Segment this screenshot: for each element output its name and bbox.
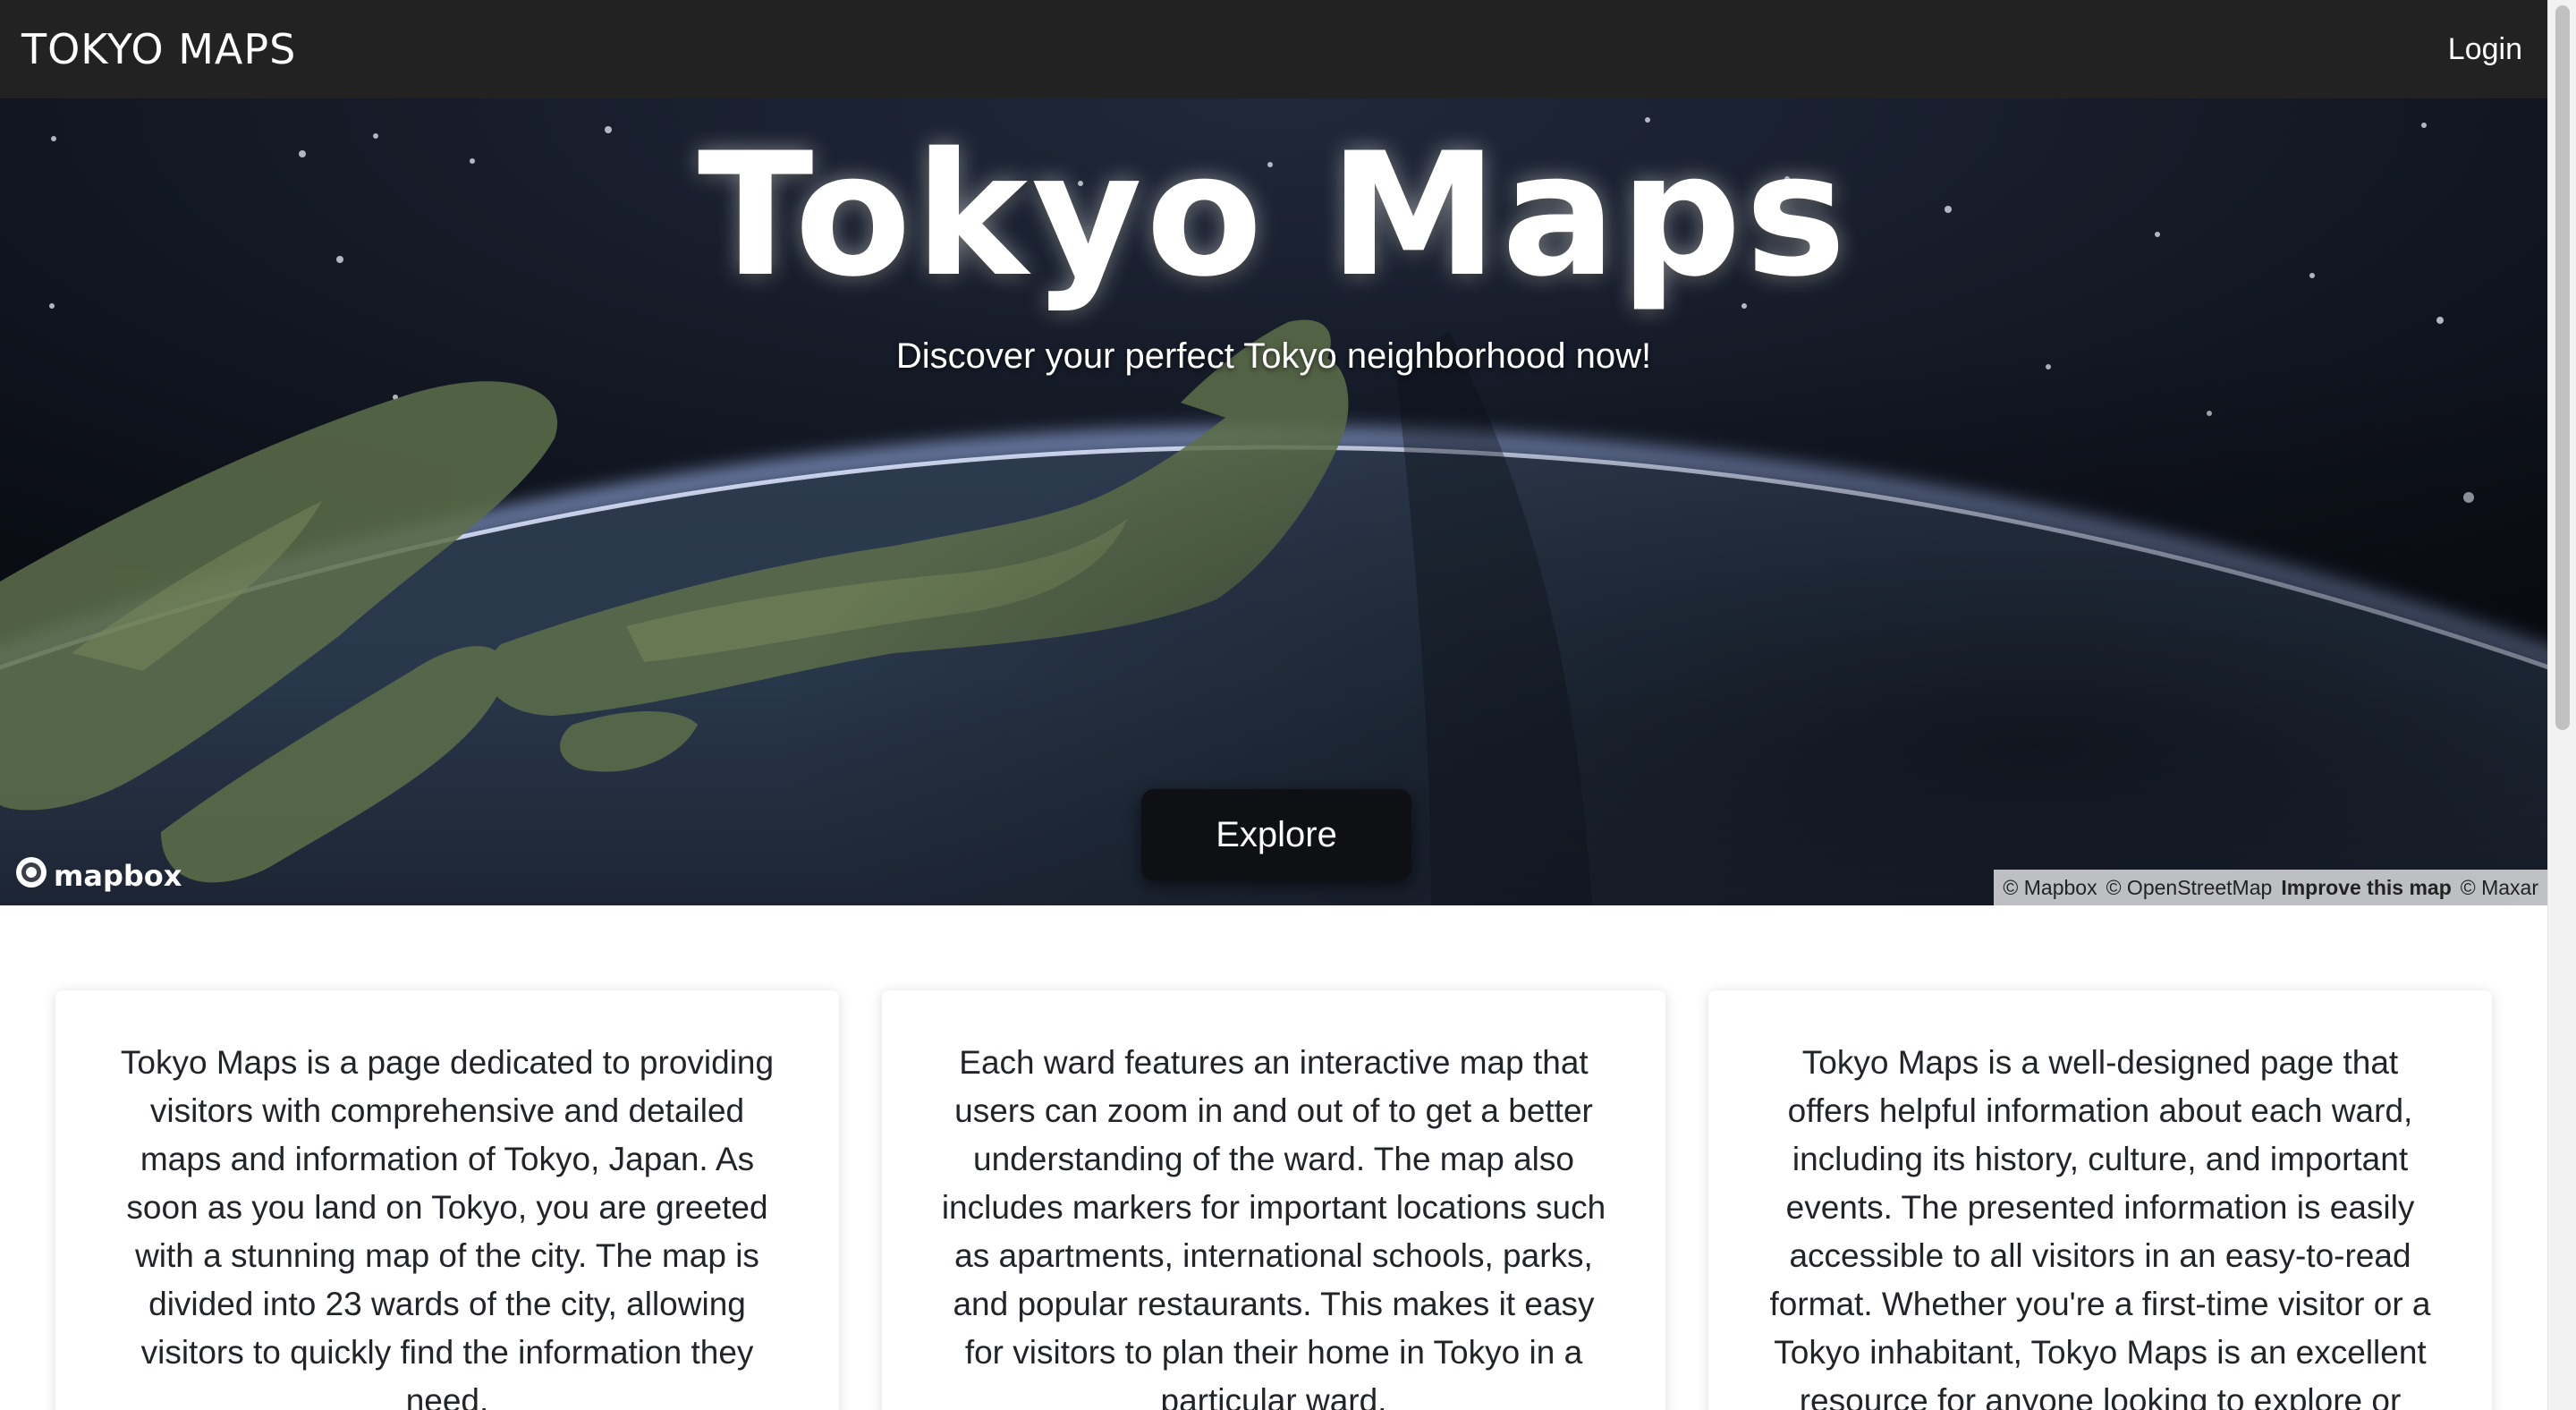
- page-scrollbar[interactable]: [2547, 0, 2576, 1410]
- info-card: Tokyo Maps is a well-designed page that …: [1708, 990, 2492, 1410]
- mapbox-icon: [14, 855, 48, 896]
- info-card: Tokyo Maps is a page dedicated to provid…: [55, 990, 839, 1410]
- map-attribution: © Mapbox © OpenStreetMap Improve this ma…: [1994, 870, 2547, 905]
- scrollbar-thumb[interactable]: [2555, 5, 2570, 730]
- info-card: Each ward features an interactive map th…: [882, 990, 1665, 1410]
- brand-logo[interactable]: TOKYO MAPS: [21, 25, 296, 73]
- improve-map-link[interactable]: Improve this map: [2281, 876, 2451, 900]
- explore-button[interactable]: Explore: [1141, 789, 1411, 880]
- info-cards-section: Tokyo Maps is a page dedicated to provid…: [0, 905, 2547, 1410]
- login-link[interactable]: Login: [2448, 32, 2522, 67]
- mapbox-attribution-link[interactable]: © Mapbox: [2003, 876, 2097, 900]
- mapbox-logo[interactable]: mapbox: [14, 855, 182, 896]
- maxar-attribution-link[interactable]: © Maxar: [2461, 876, 2538, 900]
- hero-title: Tokyo Maps: [697, 116, 1851, 314]
- card-text: Tokyo Maps is a page dedicated to provid…: [120, 1044, 775, 1410]
- mapbox-logo-text: mapbox: [54, 859, 182, 893]
- top-navbar: TOKYO MAPS Login: [0, 0, 2547, 98]
- card-text: Each ward features an interactive map th…: [941, 1044, 1606, 1410]
- osm-attribution-link[interactable]: © OpenStreetMap: [2106, 876, 2273, 900]
- hero-subtitle: Discover your perfect Tokyo neighborhood…: [895, 336, 1652, 376]
- card-text: Tokyo Maps is a well-designed page that …: [1769, 1044, 2431, 1410]
- hero-map[interactable]: Tokyo Maps Discover your perfect Tokyo n…: [0, 98, 2547, 905]
